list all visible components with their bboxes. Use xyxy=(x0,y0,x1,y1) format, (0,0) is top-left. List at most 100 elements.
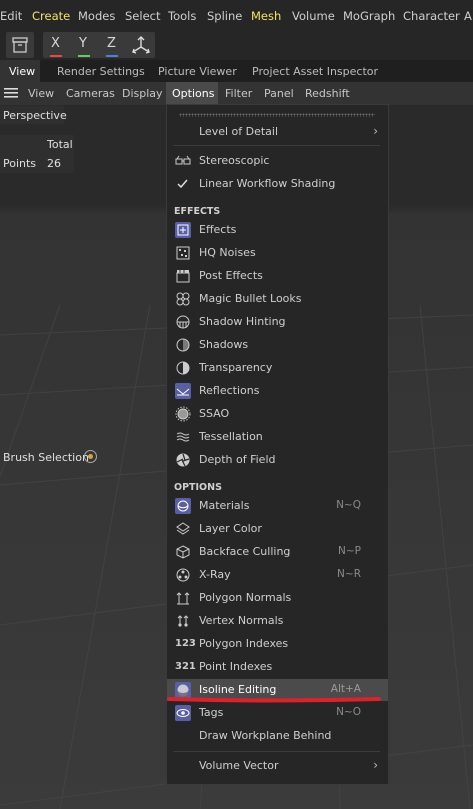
polygon-normals-icon xyxy=(176,592,190,605)
panel-tab-bar: View Render Settings Picture Viewer Proj… xyxy=(0,60,473,82)
menu-character[interactable]: Character xyxy=(403,9,460,23)
effects-section-header: EFFECTS xyxy=(174,206,221,217)
vp-menu-options[interactable]: Options xyxy=(172,87,214,100)
menu-item-vertex-normals[interactable]: Vertex Normals xyxy=(167,610,388,632)
menu-create[interactable]: Create xyxy=(32,9,70,23)
menu-item-label: Post Effects xyxy=(199,269,263,282)
menu-spline[interactable]: Spline xyxy=(207,9,242,23)
submenu-arrow-icon: › xyxy=(373,124,378,138)
menu-select[interactable]: Select xyxy=(125,9,160,23)
x-axis-toggle[interactable]: X xyxy=(51,36,60,51)
x-ray-icon xyxy=(176,568,190,582)
menu-item-magic-bullet-looks[interactable]: Magic Bullet Looks xyxy=(167,288,388,310)
vp-menu-panel[interactable]: Panel xyxy=(264,87,294,100)
x-axis-indicator xyxy=(50,55,62,57)
cube-icon xyxy=(176,545,190,559)
vp-menu-view[interactable]: View xyxy=(28,87,54,100)
menu-item-transparency[interactable]: Transparency xyxy=(167,357,388,379)
menu-item-label: Effects xyxy=(199,223,237,236)
menu-item-backface-culling[interactable]: Backface Culling N~P xyxy=(167,541,388,563)
menu-edit[interactable]: Edit xyxy=(0,9,22,23)
menu-modes[interactable]: Modes xyxy=(78,9,115,23)
tool-settings-icon[interactable] xyxy=(84,450,97,463)
menu-item-label: Depth of Field xyxy=(199,453,276,466)
vp-menu-cameras[interactable]: Cameras xyxy=(66,87,115,100)
menu-item-effects[interactable]: Effects xyxy=(167,219,388,241)
menu-item-reflections[interactable]: Reflections xyxy=(167,380,388,402)
menu-tools[interactable]: Tools xyxy=(168,9,196,23)
menu-animate-truncated[interactable]: A xyxy=(464,9,472,23)
tab-render-settings[interactable]: Render Settings xyxy=(57,65,145,78)
active-tool-label: Brush Selection xyxy=(3,451,89,464)
tessellation-icon xyxy=(176,432,190,442)
aperture-icon xyxy=(176,453,190,467)
vp-menu-filter[interactable]: Filter xyxy=(225,87,252,100)
camera-name[interactable]: Perspective xyxy=(3,109,67,122)
ssao-icon xyxy=(175,406,191,422)
archive-icon xyxy=(12,37,28,53)
menu-item-label: Transparency xyxy=(199,361,273,374)
menu-item-label: Layer Color xyxy=(199,522,262,535)
menu-item-polygon-normals[interactable]: Polygon Normals xyxy=(167,587,388,609)
menu-mesh[interactable]: Mesh xyxy=(251,9,281,23)
options-section-header: OPTIONS xyxy=(174,482,222,493)
menu-mograph[interactable]: MoGraph xyxy=(343,9,395,23)
menu-separator xyxy=(173,751,380,752)
menu-item-materials[interactable]: Materials N~Q xyxy=(167,495,388,517)
menu-item-depth-of-field[interactable]: Depth of Field xyxy=(167,449,388,471)
menu-item-stereoscopic[interactable]: Stereoscopic xyxy=(167,150,388,172)
tab-view[interactable]: View xyxy=(9,65,35,78)
vp-menu-display[interactable]: Display xyxy=(122,87,163,100)
viewport-menu-bar: View Cameras Display Options Filter Pane… xyxy=(0,82,473,105)
menu-item-label: Tags xyxy=(199,706,224,719)
menu-item-draw-workplane-behind[interactable]: Draw Workplane Behind xyxy=(167,725,388,747)
menu-item-level-of-detail[interactable]: Level of Detail › xyxy=(167,121,388,143)
hamburger-icon xyxy=(4,88,18,98)
menu-item-layer-color[interactable]: Layer Color xyxy=(167,518,388,540)
menu-item-volume-vector[interactable]: Volume Vector › xyxy=(167,755,388,777)
menu-item-hq-noises[interactable]: HQ Noises xyxy=(167,242,388,264)
menu-item-shortcut: N~Q xyxy=(336,499,361,511)
z-axis-toggle[interactable]: Z xyxy=(107,36,116,51)
y-axis-indicator xyxy=(78,55,90,57)
menu-item-shadow-hinting[interactable]: Shadow Hinting xyxy=(167,311,388,333)
toolbar: X Y Z xyxy=(0,30,473,60)
menu-item-tessellation[interactable]: Tessellation xyxy=(167,426,388,448)
hamburger-menu-button[interactable] xyxy=(4,87,18,102)
menu-item-ssao[interactable]: SSAO xyxy=(167,403,388,425)
menu-item-label: Volume Vector xyxy=(199,759,279,772)
menu-item-label: HQ Noises xyxy=(199,246,256,259)
red-annotation-underline xyxy=(167,697,381,703)
indexes-321-icon: 321 xyxy=(175,661,196,672)
coordinate-system-icon xyxy=(132,36,150,54)
menu-item-label: X-Ray xyxy=(199,568,231,581)
menu-item-polygon-indexes[interactable]: 123 Polygon Indexes xyxy=(167,633,388,655)
menu-item-shortcut: N~O xyxy=(336,706,361,718)
menu-item-label: Reflections xyxy=(199,384,260,397)
z-axis-indicator xyxy=(106,55,118,57)
menu-volume[interactable]: Volume xyxy=(292,9,335,23)
options-dropdown-menu: Level of Detail › Stereoscopic Linear Wo… xyxy=(166,104,389,785)
shadow-hinting-icon xyxy=(176,315,190,329)
menu-item-label: Point Indexes xyxy=(199,660,273,673)
tear-off-handle[interactable] xyxy=(179,113,375,117)
transparency-icon xyxy=(176,361,190,375)
menu-item-post-effects[interactable]: Post Effects xyxy=(167,265,388,287)
tab-project-asset-inspector[interactable]: Project Asset Inspector xyxy=(252,65,378,78)
stats-label-points: Points xyxy=(3,157,37,170)
menu-item-label: Magic Bullet Looks xyxy=(199,292,302,305)
effects-icon xyxy=(175,222,191,238)
menu-item-x-ray[interactable]: X-Ray N~R xyxy=(167,564,388,586)
menu-item-label: Shadows xyxy=(199,338,249,351)
world-coordinates-button[interactable] xyxy=(130,34,152,59)
reflections-icon xyxy=(175,383,191,399)
menu-item-point-indexes[interactable]: 321 Point Indexes xyxy=(167,656,388,678)
tab-picture-viewer[interactable]: Picture Viewer xyxy=(158,65,237,78)
vp-menu-redshift[interactable]: Redshift xyxy=(305,87,350,100)
archive-button[interactable] xyxy=(6,32,34,58)
menu-item-shadows[interactable]: Shadows xyxy=(167,334,388,356)
menu-item-label: SSAO xyxy=(199,407,230,420)
y-axis-toggle[interactable]: Y xyxy=(79,36,87,51)
menu-item-linear-workflow-shading[interactable]: Linear Workflow Shading xyxy=(167,173,388,195)
stats-value-points: 26 xyxy=(47,157,61,170)
